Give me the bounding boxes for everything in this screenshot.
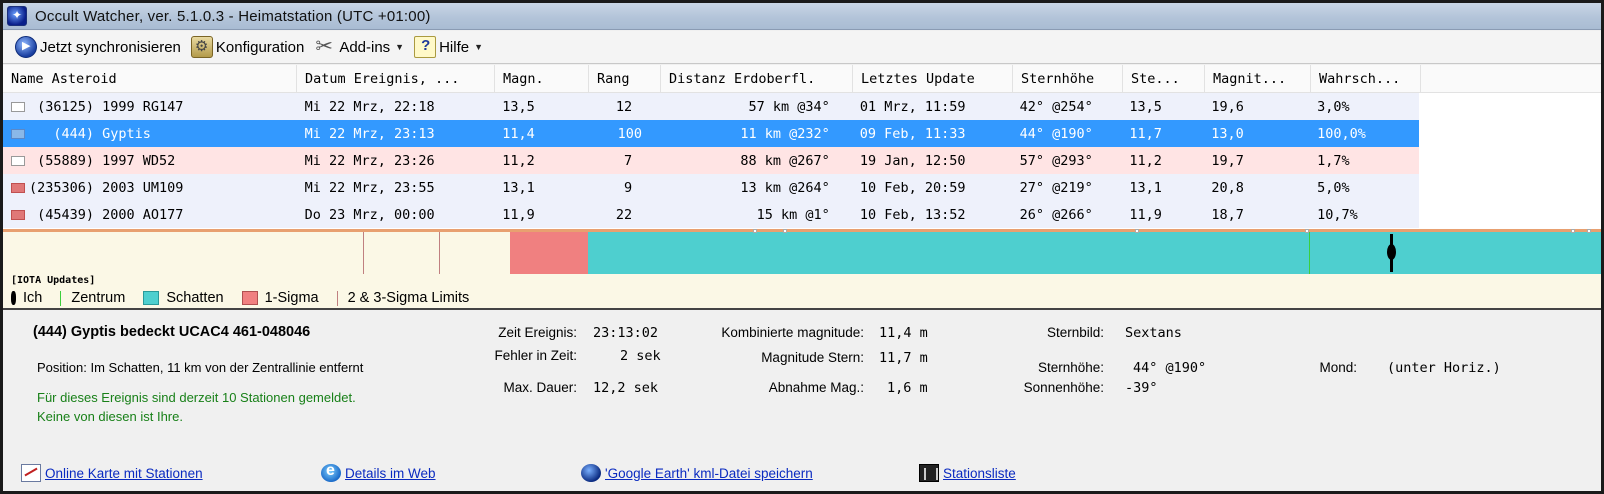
observer-marker-icon xyxy=(1387,234,1396,272)
mag-drop-value: 1,6 m xyxy=(887,380,928,396)
star-mag-label: Magnitude Stern: xyxy=(761,350,864,365)
observer-marker-icon xyxy=(11,291,16,305)
shadow-band xyxy=(588,232,1601,274)
flag-icon xyxy=(11,209,25,220)
tick-marker xyxy=(1305,229,1309,233)
table-row[interactable]: (55889) 1997 WD52 Mi 22 Mrz, 23:26 11,2 … xyxy=(3,147,1419,174)
event-time-label: Zeit Ereignis: xyxy=(498,325,577,340)
moon-label: Mond: xyxy=(1319,360,1357,375)
legend-limits: 2 & 3-Sigma Limits xyxy=(336,290,469,306)
iota-source-label: [IOTA Updates] xyxy=(3,274,1601,288)
sigma-swatch-icon xyxy=(241,291,258,305)
max-duration-label: Max. Dauer: xyxy=(503,380,577,395)
time-error-value: 2 sek xyxy=(620,348,661,364)
app-icon xyxy=(7,6,27,26)
col-header-rank[interactable]: Rang xyxy=(589,65,661,92)
config-button[interactable]: Konfiguration xyxy=(187,33,310,61)
map-icon xyxy=(21,464,41,482)
col-header-update[interactable]: Letztes Update xyxy=(853,65,1013,92)
tick-marker xyxy=(1587,229,1591,233)
table-row[interactable]: (235306) 2003 UM109 Mi 22 Mrz, 23:55 13,… xyxy=(3,174,1419,201)
flag-icon xyxy=(11,182,25,193)
tools-icon xyxy=(314,34,336,59)
limit-line-icon xyxy=(336,290,338,306)
flag-icon xyxy=(11,101,25,112)
combined-mag-value: 11,4 m xyxy=(879,325,928,341)
col-header-date[interactable]: Datum Ereignis, ... xyxy=(297,65,495,92)
col-header-magn[interactable]: Magn. xyxy=(495,65,589,92)
max-duration-value: 12,2 sek xyxy=(593,380,659,396)
stations-text: Für dieses Ereignis sind derzeit 10 Stat… xyxy=(37,390,356,405)
config-icon xyxy=(190,36,213,58)
title-bar: Occult Watcher, ver. 5.1.0.3 - Heimatsta… xyxy=(3,3,1601,30)
tick-marker xyxy=(1571,229,1575,233)
legend-me: Ich xyxy=(11,290,42,306)
col-header-probability[interactable]: Wahrsch... xyxy=(1311,65,1421,92)
table-row-selected[interactable]: (444) Gyptis Mi 22 Mrz, 23:13 11,4 100 1… xyxy=(3,120,1419,147)
constellation-value: Sextans xyxy=(1125,325,1182,341)
browser-icon xyxy=(321,462,341,482)
combined-mag-label: Kombinierte magnitude: xyxy=(721,325,864,340)
web-details-link[interactable]: Details im Web xyxy=(321,462,436,482)
table-row[interactable]: (36125) 1999 RG147 Mi 22 Mrz, 22:18 13,5… xyxy=(3,93,1419,120)
sigma2-limit-line xyxy=(439,232,440,274)
sun-alt-label: Sonnenhöhe: xyxy=(1023,380,1104,395)
position-text: Position: Im Schatten, 11 km von der Zen… xyxy=(37,360,364,375)
col-header-star-alt[interactable]: Sternhöhe xyxy=(1013,65,1123,92)
sync-icon xyxy=(15,36,37,58)
legend-sigma1: 1-Sigma xyxy=(241,290,319,306)
tick-marker xyxy=(753,229,757,233)
constellation-label: Sternbild: xyxy=(1046,325,1104,340)
sigma3-limit-line xyxy=(363,232,364,274)
sigma1-band xyxy=(510,232,588,274)
station-list-link[interactable]: Stationsliste xyxy=(919,464,1016,482)
col-header-star-mag[interactable]: Ste... xyxy=(1123,65,1205,92)
addins-menu-button[interactable]: Add-ins ▼ xyxy=(310,33,410,61)
legend: Ich Zentrum Schatten 1-Sigma 2 & 3-Sigma… xyxy=(3,288,1601,310)
moon-value: (unter Horiz.) xyxy=(1387,360,1501,376)
addins-label: Add-ins xyxy=(339,38,391,56)
center-line-icon xyxy=(60,290,62,306)
globe-icon xyxy=(581,464,601,482)
help-label: Hilfe xyxy=(439,38,470,56)
tick-marker xyxy=(1135,229,1139,233)
stations-text-2: Keine von diesen ist Ihre. xyxy=(37,409,183,424)
station-list-icon xyxy=(919,464,939,482)
table-row[interactable]: (45439) 2000 AO177 Do 23 Mrz, 00:00 11,9… xyxy=(3,201,1419,228)
center-line xyxy=(1309,232,1310,274)
shadow-swatch-icon xyxy=(143,291,160,305)
config-label: Konfiguration xyxy=(215,38,305,56)
flag-icon xyxy=(11,155,25,166)
window-title: Occult Watcher, ver. 5.1.0.3 - Heimatsta… xyxy=(35,7,431,25)
chevron-down-icon: ▼ xyxy=(395,42,405,52)
kml-save-link[interactable]: 'Google Earth' kml-Datei speichern xyxy=(581,464,813,482)
event-title: (444) Gyptis bedeckt UCAC4 461-048046 xyxy=(33,324,311,340)
chevron-down-icon: ▼ xyxy=(474,42,484,52)
col-header-magnit[interactable]: Magnit... xyxy=(1205,65,1311,92)
mag-drop-label: Abnahme Mag.: xyxy=(768,380,864,395)
main-window: Occult Watcher, ver. 5.1.0.3 - Heimatsta… xyxy=(0,0,1604,494)
event-time-value: 23:13:02 xyxy=(593,325,659,341)
flag-icon xyxy=(11,128,25,139)
col-header-distance[interactable]: Distanz Erdoberfl. xyxy=(661,65,853,92)
star-alt-label: Sternhöhe: xyxy=(1037,360,1104,375)
toolbar: Jetzt synchronisieren Konfiguration Add-… xyxy=(3,31,1601,64)
online-map-link[interactable]: Online Karte mit Stationen xyxy=(21,464,203,482)
legend-center: Zentrum xyxy=(60,290,125,306)
col-header-name[interactable]: Name Asteroid xyxy=(3,65,297,92)
sync-button[interactable]: Jetzt synchronisieren xyxy=(11,33,187,61)
sun-alt-value: -39° xyxy=(1125,380,1158,396)
sync-label: Jetzt synchronisieren xyxy=(40,38,181,56)
star-alt-value: 44° @190° xyxy=(1133,360,1207,376)
events-grid: Name Asteroid Datum Ereignis, ... Magn. … xyxy=(3,65,1601,229)
help-icon xyxy=(414,36,437,58)
time-error-label: Fehler in Zeit: xyxy=(494,348,577,363)
help-menu-button[interactable]: Hilfe ▼ xyxy=(410,33,489,61)
legend-shadow: Schatten xyxy=(143,290,224,306)
links-bar: Online Karte mit Stationen Details im We… xyxy=(3,462,1601,486)
star-mag-value: 11,7 m xyxy=(879,350,928,366)
grid-header: Name Asteroid Datum Ereignis, ... Magn. … xyxy=(3,65,1601,93)
tick-marker xyxy=(783,229,787,233)
path-timeline[interactable] xyxy=(3,229,1601,274)
